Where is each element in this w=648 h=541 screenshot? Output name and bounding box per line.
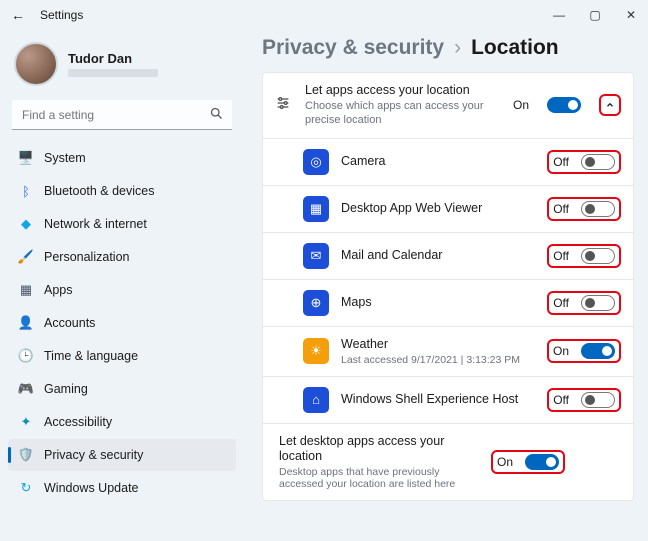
- app-name: Weather: [341, 337, 535, 352]
- breadcrumb: Privacy & security › Location: [262, 36, 634, 60]
- sidebar-item-privacy-security[interactable]: 🛡️ Privacy & security: [8, 439, 236, 471]
- nav-icon: 🖌️: [18, 249, 34, 265]
- nav-list: 🖥️ System ᛒ Bluetooth & devices ◆ Network & i…: [8, 142, 236, 504]
- sidebar-item-label: Personalization: [44, 250, 129, 264]
- app-name: Camera: [341, 154, 535, 169]
- footer-subtitle: Desktop apps that have previously access…: [279, 466, 479, 490]
- nav-icon: ↻: [18, 480, 34, 496]
- app-row: ⌂ Windows Shell Experience Host Off: [263, 376, 633, 423]
- app-toggle[interactable]: [581, 343, 615, 359]
- search-icon: [209, 106, 224, 124]
- chevron-right-icon: ›: [454, 36, 461, 60]
- nav-icon: ✦: [18, 414, 34, 430]
- nav-icon: 🎮: [18, 381, 34, 397]
- sidebar-item-label: Time & language: [44, 349, 138, 363]
- section-state-label: On: [513, 98, 529, 112]
- app-toggle[interactable]: [581, 295, 615, 311]
- app-name: Maps: [341, 295, 535, 310]
- app-icon: ▦: [303, 196, 329, 222]
- sidebar-item-apps[interactable]: ▦ Apps: [8, 274, 236, 306]
- sidebar-item-windows-update[interactable]: ↻ Windows Update: [8, 472, 236, 504]
- app-row: ✉ Mail and Calendar Off: [263, 232, 633, 279]
- sidebar-item-label: Bluetooth & devices: [44, 184, 155, 198]
- app-state-label: On: [553, 344, 569, 358]
- app-row: ◎ Camera Off: [263, 138, 633, 185]
- nav-icon: 🛡️: [18, 447, 34, 463]
- sidebar-item-label: System: [44, 151, 86, 165]
- app-name: Mail and Calendar: [341, 248, 535, 263]
- section-title: Let apps access your location: [305, 83, 501, 98]
- breadcrumb-parent[interactable]: Privacy & security: [262, 36, 444, 60]
- sidebar-item-system[interactable]: 🖥️ System: [8, 142, 236, 174]
- sidebar-item-label: Accounts: [44, 316, 95, 330]
- app-subtitle: Last accessed 9/17/2021 | 3:13:23 PM: [341, 354, 535, 366]
- avatar: [14, 42, 58, 86]
- sidebar-item-label: Gaming: [44, 382, 88, 396]
- search-input[interactable]: [12, 100, 232, 130]
- sidebar-item-accounts[interactable]: 👤 Accounts: [8, 307, 236, 339]
- app-toggle[interactable]: [581, 392, 615, 408]
- user-name: Tudor Dan: [68, 51, 158, 66]
- sidebar-item-personalization[interactable]: 🖌️ Personalization: [8, 241, 236, 273]
- sidebar-item-label: Windows Update: [44, 481, 139, 495]
- sidebar-item-gaming[interactable]: 🎮 Gaming: [8, 373, 236, 405]
- sidebar-item-label: Accessibility: [44, 415, 112, 429]
- app-icon: ◎: [303, 149, 329, 175]
- title-bar: ← Settings — ▢ ✕: [0, 0, 648, 30]
- sidebar-item-label: Apps: [44, 283, 73, 297]
- user-email-placeholder: [68, 69, 158, 77]
- nav-icon: 🕒: [18, 348, 34, 364]
- app-state-label: Off: [553, 202, 569, 216]
- profile-block[interactable]: Tudor Dan: [8, 36, 236, 98]
- maximize-button[interactable]: ▢: [586, 6, 604, 24]
- footer-state-label: On: [497, 455, 513, 469]
- sidebar: Tudor Dan 🖥️ System ᛒ Bluetooth & devices ◆ N…: [0, 30, 244, 541]
- nav-icon: ◆: [18, 216, 34, 232]
- close-button[interactable]: ✕: [622, 6, 640, 24]
- desktop-apps-row: Let desktop apps access your location De…: [263, 423, 633, 500]
- section-subtitle: Choose which apps can access your precis…: [305, 100, 501, 128]
- main-content: Privacy & security › Location Let apps a…: [244, 30, 648, 541]
- back-button[interactable]: ←: [8, 7, 28, 23]
- app-state-label: Off: [553, 249, 569, 263]
- sidebar-item-bluetooth-devices[interactable]: ᛒ Bluetooth & devices: [8, 175, 236, 207]
- minimize-button[interactable]: —: [550, 6, 568, 24]
- app-toggle[interactable]: [581, 248, 615, 264]
- collapse-button[interactable]: [599, 94, 621, 116]
- app-toggle[interactable]: [581, 201, 615, 217]
- app-name: Windows Shell Experience Host: [341, 392, 535, 407]
- app-name: Desktop App Web Viewer: [341, 201, 535, 216]
- window-title: Settings: [40, 8, 83, 22]
- sidebar-item-label: Network & internet: [44, 217, 147, 231]
- nav-icon: 🖥️: [18, 150, 34, 166]
- nav-icon: ᛒ: [18, 183, 34, 199]
- app-toggle[interactable]: [581, 154, 615, 170]
- nav-icon: 👤: [18, 315, 34, 331]
- nav-icon: ▦: [18, 282, 34, 298]
- sidebar-item-time-language[interactable]: 🕒 Time & language: [8, 340, 236, 372]
- section-toggle[interactable]: [547, 97, 581, 113]
- sidebar-item-label: Privacy & security: [44, 448, 143, 462]
- app-icon: ☀: [303, 338, 329, 364]
- app-row: ☀ Weather Last accessed 9/17/2021 | 3:13:2…: [263, 326, 633, 376]
- breadcrumb-leaf: Location: [471, 36, 559, 60]
- app-row: ▦ Desktop App Web Viewer Off: [263, 185, 633, 232]
- app-icon: ⌂: [303, 387, 329, 413]
- sidebar-item-network-internet[interactable]: ◆ Network & internet: [8, 208, 236, 240]
- app-icon: ⊕: [303, 290, 329, 316]
- sidebar-item-accessibility[interactable]: ✦ Accessibility: [8, 406, 236, 438]
- app-state-label: Off: [553, 393, 569, 407]
- search-box[interactable]: [12, 100, 232, 130]
- location-apps-card: Let apps access your location Choose whi…: [262, 72, 634, 501]
- app-state-label: Off: [553, 296, 569, 310]
- app-state-label: Off: [553, 155, 569, 169]
- footer-toggle[interactable]: [525, 454, 559, 470]
- section-header: Let apps access your location Choose whi…: [263, 73, 633, 138]
- app-icon: ✉: [303, 243, 329, 269]
- footer-title: Let desktop apps access your location: [279, 434, 479, 464]
- app-row: ⊕ Maps Off: [263, 279, 633, 326]
- sliders-icon: [275, 95, 293, 116]
